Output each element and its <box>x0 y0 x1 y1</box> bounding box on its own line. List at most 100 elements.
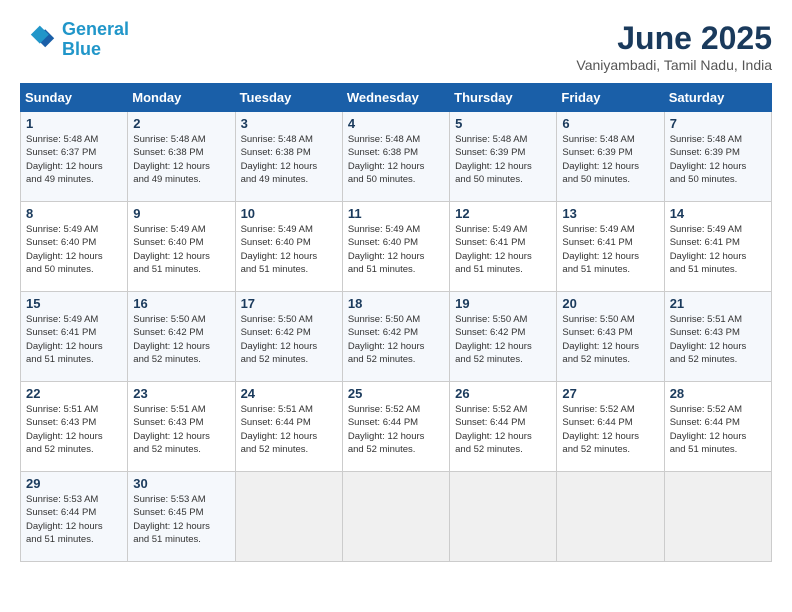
day-number: 8 <box>26 206 122 221</box>
day-info: Sunrise: 5:49 AMSunset: 6:40 PMDaylight:… <box>26 224 103 275</box>
day-number: 7 <box>670 116 766 131</box>
calendar-week-2: 8 Sunrise: 5:49 AMSunset: 6:40 PMDaylight… <box>21 202 772 292</box>
calendar-cell-21: 21Sunrise: 5:51 AMSunset: 6:43 PMDayligh… <box>664 292 771 382</box>
calendar-cell-9: 9 Sunrise: 5:49 AMSunset: 6:40 PMDaylight… <box>128 202 235 292</box>
calendar-cell-26: 26 Sunrise: 5:52 AMSunset: 6:44 PMDayligh… <box>450 382 557 472</box>
day-number: 3 <box>241 116 337 131</box>
day-info: Sunrise: 5:52 AMSunset: 6:44 PMDaylight:… <box>348 404 425 455</box>
day-info: Sunrise: 5:49 AMSunset: 6:40 PMDaylight:… <box>241 224 318 275</box>
day-number: 16 <box>133 296 229 311</box>
calendar-cell-13: 13 Sunrise: 5:49 AMSunset: 6:41 PMDayligh… <box>557 202 664 292</box>
day-info: Sunrise: 5:48 AMSunset: 6:39 PMDaylight:… <box>562 134 639 185</box>
day-number: 26 <box>455 386 551 401</box>
calendar-cell-11: 11 Sunrise: 5:49 AMSunset: 6:40 PMDayligh… <box>342 202 449 292</box>
calendar-week-1: 1Sunrise: 5:48 AMSunset: 6:37 PMDaylight… <box>21 112 772 202</box>
day-number: 2 <box>133 116 229 131</box>
weekday-header-row: SundayMondayTuesdayWednesdayThursdayFrid… <box>21 84 772 112</box>
calendar-cell-6: 6 Sunrise: 5:48 AMSunset: 6:39 PMDaylight… <box>557 112 664 202</box>
day-info: Sunrise: 5:49 AMSunset: 6:40 PMDaylight:… <box>133 224 210 275</box>
day-info: Sunrise: 5:48 AMSunset: 6:38 PMDaylight:… <box>133 134 210 185</box>
day-info: Sunrise: 5:48 AMSunset: 6:39 PMDaylight:… <box>455 134 532 185</box>
day-info: Sunrise: 5:50 AMSunset: 6:43 PMDaylight:… <box>562 314 639 365</box>
day-info: Sunrise: 5:50 AMSunset: 6:42 PMDaylight:… <box>133 314 210 365</box>
calendar-cell-empty-4-3 <box>342 472 449 562</box>
day-number: 4 <box>348 116 444 131</box>
calendar-cell-3: 3 Sunrise: 5:48 AMSunset: 6:38 PMDaylight… <box>235 112 342 202</box>
calendar-cell-empty-4-2 <box>235 472 342 562</box>
day-number: 24 <box>241 386 337 401</box>
calendar-cell-24: 24 Sunrise: 5:51 AMSunset: 6:44 PMDayligh… <box>235 382 342 472</box>
day-number: 6 <box>562 116 658 131</box>
logo: General Blue <box>20 20 129 60</box>
day-info: Sunrise: 5:51 AMSunset: 6:44 PMDaylight:… <box>241 404 318 455</box>
calendar-cell-empty-4-5 <box>557 472 664 562</box>
day-number: 25 <box>348 386 444 401</box>
day-number: 12 <box>455 206 551 221</box>
day-info: Sunrise: 5:52 AMSunset: 6:44 PMDaylight:… <box>455 404 532 455</box>
day-info: Sunrise: 5:51 AMSunset: 6:43 PMDaylight:… <box>133 404 210 455</box>
calendar-cell-15: 15 Sunrise: 5:49 AMSunset: 6:41 PMDayligh… <box>21 292 128 382</box>
calendar-cell-5: 5 Sunrise: 5:48 AMSunset: 6:39 PMDaylight… <box>450 112 557 202</box>
day-info: Sunrise: 5:50 AMSunset: 6:42 PMDaylight:… <box>241 314 318 365</box>
calendar-cell-20: 20Sunrise: 5:50 AMSunset: 6:43 PMDayligh… <box>557 292 664 382</box>
calendar-cell-10: 10 Sunrise: 5:49 AMSunset: 6:40 PMDayligh… <box>235 202 342 292</box>
day-number: 9 <box>133 206 229 221</box>
calendar-cell-27: 27Sunrise: 5:52 AMSunset: 6:44 PMDayligh… <box>557 382 664 472</box>
day-number: 29 <box>26 476 122 491</box>
calendar-cell-14: 14 Sunrise: 5:49 AMSunset: 6:41 PMDayligh… <box>664 202 771 292</box>
calendar-cell-17: 17Sunrise: 5:50 AMSunset: 6:42 PMDayligh… <box>235 292 342 382</box>
calendar-cell-28: 28Sunrise: 5:52 AMSunset: 6:44 PMDayligh… <box>664 382 771 472</box>
day-number: 5 <box>455 116 551 131</box>
calendar-week-3: 15 Sunrise: 5:49 AMSunset: 6:41 PMDayligh… <box>21 292 772 382</box>
day-number: 18 <box>348 296 444 311</box>
calendar-cell-4: 4 Sunrise: 5:48 AMSunset: 6:38 PMDaylight… <box>342 112 449 202</box>
calendar-cell-empty-4-6 <box>664 472 771 562</box>
calendar-cell-8: 8 Sunrise: 5:49 AMSunset: 6:40 PMDaylight… <box>21 202 128 292</box>
logo-icon <box>20 22 56 58</box>
calendar-cell-25: 25 Sunrise: 5:52 AMSunset: 6:44 PMDayligh… <box>342 382 449 472</box>
weekday-header-saturday: Saturday <box>664 84 771 112</box>
day-info: Sunrise: 5:49 AMSunset: 6:40 PMDaylight:… <box>348 224 425 275</box>
page-header: General Blue June 2025 Vaniyambadi, Tami… <box>20 20 772 73</box>
day-info: Sunrise: 5:49 AMSunset: 6:41 PMDaylight:… <box>670 224 747 275</box>
day-number: 27 <box>562 386 658 401</box>
day-info: Sunrise: 5:49 AMSunset: 6:41 PMDaylight:… <box>455 224 532 275</box>
day-info: Sunrise: 5:51 AMSunset: 6:43 PMDaylight:… <box>26 404 103 455</box>
day-number: 30 <box>133 476 229 491</box>
logo-text: General Blue <box>62 20 129 60</box>
calendar-cell-empty-4-4 <box>450 472 557 562</box>
calendar-cell-30: 30Sunrise: 5:53 AMSunset: 6:45 PMDayligh… <box>128 472 235 562</box>
day-info: Sunrise: 5:49 AMSunset: 6:41 PMDaylight:… <box>562 224 639 275</box>
calendar-cell-2: 2 Sunrise: 5:48 AMSunset: 6:38 PMDaylight… <box>128 112 235 202</box>
day-info: Sunrise: 5:50 AMSunset: 6:42 PMDaylight:… <box>455 314 532 365</box>
calendar-title: June 2025 <box>576 20 772 57</box>
day-number: 23 <box>133 386 229 401</box>
day-number: 21 <box>670 296 766 311</box>
calendar-cell-22: 22 Sunrise: 5:51 AMSunset: 6:43 PMDayligh… <box>21 382 128 472</box>
day-info: Sunrise: 5:48 AMSunset: 6:38 PMDaylight:… <box>348 134 425 185</box>
day-info: Sunrise: 5:50 AMSunset: 6:42 PMDaylight:… <box>348 314 425 365</box>
calendar-cell-16: 16 Sunrise: 5:50 AMSunset: 6:42 PMDayligh… <box>128 292 235 382</box>
day-info: Sunrise: 5:52 AMSunset: 6:44 PMDaylight:… <box>670 404 747 455</box>
weekday-header-monday: Monday <box>128 84 235 112</box>
day-number: 13 <box>562 206 658 221</box>
day-number: 15 <box>26 296 122 311</box>
day-number: 11 <box>348 206 444 221</box>
calendar-cell-23: 23 Sunrise: 5:51 AMSunset: 6:43 PMDayligh… <box>128 382 235 472</box>
day-info: Sunrise: 5:49 AMSunset: 6:41 PMDaylight:… <box>26 314 103 365</box>
day-info: Sunrise: 5:48 AMSunset: 6:38 PMDaylight:… <box>241 134 318 185</box>
day-number: 22 <box>26 386 122 401</box>
day-number: 10 <box>241 206 337 221</box>
calendar-week-5: 29 Sunrise: 5:53 AMSunset: 6:44 PMDayligh… <box>21 472 772 562</box>
day-number: 14 <box>670 206 766 221</box>
calendar-week-4: 22 Sunrise: 5:51 AMSunset: 6:43 PMDayligh… <box>21 382 772 472</box>
day-info: Sunrise: 5:48 AMSunset: 6:37 PMDaylight:… <box>26 134 103 185</box>
day-number: 19 <box>455 296 551 311</box>
logo-line2: Blue <box>62 39 101 59</box>
calendar-cell-1: 1Sunrise: 5:48 AMSunset: 6:37 PMDaylight… <box>21 112 128 202</box>
day-info: Sunrise: 5:53 AMSunset: 6:44 PMDaylight:… <box>26 494 103 545</box>
title-block: June 2025 Vaniyambadi, Tamil Nadu, India <box>576 20 772 73</box>
calendar-cell-12: 12 Sunrise: 5:49 AMSunset: 6:41 PMDayligh… <box>450 202 557 292</box>
weekday-header-friday: Friday <box>557 84 664 112</box>
calendar-table: SundayMondayTuesdayWednesdayThursdayFrid… <box>20 83 772 562</box>
